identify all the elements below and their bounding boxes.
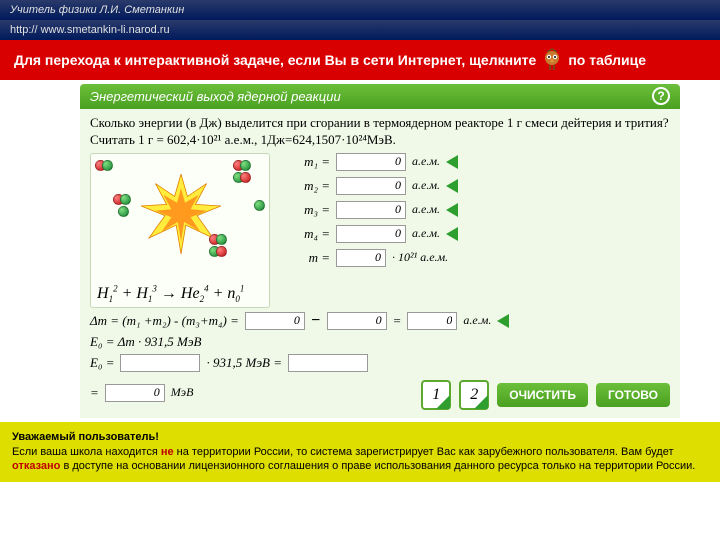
m2-unit: а.е.м.: [412, 178, 440, 193]
m4-unit: а.е.м.: [412, 226, 440, 241]
m2-label: m₂ =: [280, 178, 330, 194]
m1-label: m₁ =: [280, 154, 330, 170]
question-text: Сколько энергии (в Дж) выделится при сго…: [90, 115, 670, 149]
done-button[interactable]: ГОТОВО: [596, 383, 670, 407]
m1-input[interactable]: [336, 153, 406, 171]
e0-input-2[interactable]: [288, 354, 368, 372]
notice-heading: Уважаемый пользователь!: [12, 431, 159, 443]
e0-formula: E₀ = Δm · 931,5 МэВ: [90, 334, 202, 350]
dm-input-2[interactable]: [327, 312, 387, 330]
clear-button[interactable]: ОЧИСТИТЬ: [497, 383, 588, 407]
m-input[interactable]: [336, 249, 386, 267]
notice-t3: в доступе на основании лицензионного сог…: [60, 460, 695, 472]
m1-unit: а.е.м.: [412, 154, 440, 169]
applet-title-bar: Энергетический выход ядерной реакции ?: [80, 84, 680, 109]
m3-label: m₃ =: [280, 202, 330, 218]
m4-fill-icon[interactable]: [446, 227, 458, 241]
notice-t2: на территории России, то система зарегис…: [174, 446, 674, 458]
notice-t1: Если ваша школа находится: [12, 446, 161, 458]
applet-title: Энергетический выход ядерной реакции: [90, 89, 341, 104]
dm-label: Δm = (m₁ +m₂) - (m₃+m₄) =: [90, 313, 239, 329]
help-icon[interactable]: ?: [652, 87, 670, 105]
instruction-text-1: Для перехода к интерактивной задаче, есл…: [14, 52, 536, 68]
m1-fill-icon[interactable]: [446, 155, 458, 169]
e0-mid: · 931,5 МэВ =: [206, 355, 282, 371]
final-input[interactable]: [105, 384, 165, 402]
dm-unit: а.е.м.: [463, 313, 491, 328]
e0-input-1[interactable]: [120, 354, 200, 372]
m2-fill-icon[interactable]: [446, 179, 458, 193]
task-applet[interactable]: Энергетический выход ядерной реакции ? С…: [80, 84, 680, 418]
license-notice: Уважаемый пользователь! Если ваша школа …: [0, 422, 720, 483]
corner-icon: [436, 395, 450, 409]
instruction-text-2: по таблице: [568, 52, 646, 68]
final-unit: МэВ: [171, 385, 194, 400]
owl-icon: [540, 48, 564, 72]
m3-unit: а.е.м.: [412, 202, 440, 217]
dm-fill-icon[interactable]: [497, 314, 509, 328]
final-eq: =: [90, 385, 99, 401]
m-label: m =: [280, 250, 330, 266]
applet-body: Сколько энергии (в Дж) выделится при сго…: [80, 109, 680, 418]
m4-label: m₄ =: [280, 226, 330, 242]
notice-red-2: отказано: [12, 460, 60, 472]
corner-icon: [474, 395, 488, 409]
step-1-button[interactable]: 1: [421, 380, 451, 410]
site-url: http:// www.smetankin-li.narod.ru: [0, 20, 720, 40]
mass-inputs: m₁ = а.е.м. m₂ = а.е.м. m₃ = а.е.м. m₄ = а.е…: [280, 153, 670, 308]
author-header: Учитель физики Л.И. Сметанкин: [0, 0, 720, 20]
notice-red-1: не: [161, 446, 174, 458]
e0-lbl: E₀ =: [90, 355, 114, 371]
instruction-bar: Для перехода к интерактивной задаче, есл…: [0, 40, 720, 80]
m3-fill-icon[interactable]: [446, 203, 458, 217]
m3-input[interactable]: [336, 201, 406, 219]
m2-input[interactable]: [336, 177, 406, 195]
dm-input-1[interactable]: [245, 312, 305, 330]
dm-minus: −: [311, 312, 321, 330]
dm-eq: =: [393, 313, 402, 329]
dm-result[interactable]: [407, 312, 457, 330]
reaction-diagram: H12 + H13 → He24 + n01: [90, 153, 270, 308]
reaction-equation: H12 + H13 → He24 + n01: [97, 285, 244, 303]
m-unit: · 10²¹ а.е.м.: [392, 250, 448, 265]
step-2-button[interactable]: 2: [459, 380, 489, 410]
m4-input[interactable]: [336, 225, 406, 243]
